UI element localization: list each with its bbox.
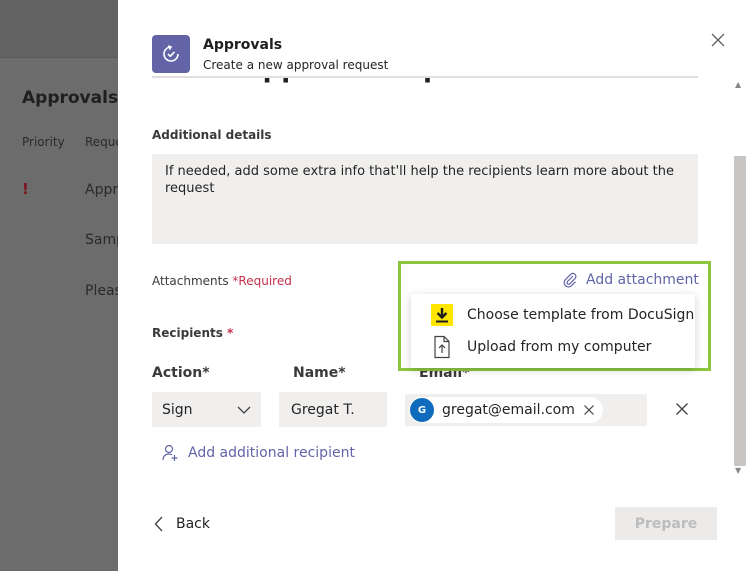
action-column-header: Action*: [152, 365, 210, 381]
scroll-down-arrow-icon[interactable]: ▼: [735, 466, 741, 475]
action-select[interactable]: Sign: [152, 392, 261, 427]
close-icon: [711, 33, 725, 47]
close-button[interactable]: [708, 30, 728, 50]
approvals-app-icon: [152, 35, 190, 73]
docusign-download-icon: [431, 304, 453, 326]
recipients-label-text: Recipients: [152, 326, 228, 340]
name-input[interactable]: Gregat T.: [279, 392, 387, 427]
email-input[interactable]: G gregat@email.com: [405, 394, 647, 426]
action-select-value: Sign: [162, 401, 193, 418]
avatar: G: [410, 398, 434, 422]
name-column-header: Name*: [293, 365, 346, 381]
priority-indicator-icon: !: [22, 180, 29, 198]
header-divider: [152, 76, 698, 78]
attachments-label-text: Attachments: [152, 274, 233, 288]
menu-item-docusign-label: Choose template from DocuSign: [467, 307, 695, 323]
prepare-button[interactable]: Prepare: [615, 507, 717, 540]
additional-details-label: Additional details: [152, 128, 272, 142]
email-chip: G gregat@email.com: [409, 397, 603, 423]
background-topbar: [0, 0, 118, 58]
remove-recipient-button[interactable]: [671, 398, 693, 420]
form-scrollbar[interactable]: ▲ ▼: [731, 76, 749, 481]
recipients-label: Recipients *: [152, 326, 233, 340]
app-subtitle: Create a new approval request: [203, 58, 389, 72]
add-recipient-label: Add additional recipient: [188, 445, 355, 461]
remove-chip-icon[interactable]: [583, 404, 595, 416]
approvals-refresh-icon: [163, 45, 179, 62]
menu-item-docusign[interactable]: Choose template from DocuSign: [411, 299, 695, 331]
attachment-menu: Choose template from DocuSign Upload fro…: [411, 294, 695, 368]
chevron-left-icon: [154, 516, 163, 532]
additional-details-input[interactable]: If needed, add some extra info that'll h…: [152, 154, 698, 244]
back-button[interactable]: Back: [154, 516, 210, 532]
close-icon: [676, 403, 688, 415]
attachments-required: *Required: [232, 274, 292, 288]
menu-item-upload-label: Upload from my computer: [467, 339, 652, 355]
add-person-icon: [162, 444, 178, 461]
chevron-down-icon: [237, 406, 251, 414]
add-recipient-button[interactable]: Add additional recipient: [162, 444, 355, 462]
scroll-thumb[interactable]: [734, 156, 746, 466]
scroll-up-arrow-icon[interactable]: ▲: [735, 80, 741, 89]
background-row: Please: [85, 283, 118, 299]
upload-file-icon: [434, 335, 450, 359]
background-row: Approval: [85, 182, 118, 198]
background-row: Sample: [85, 232, 118, 248]
background-title: Approvals: [22, 88, 119, 108]
back-label: Back: [176, 516, 210, 532]
app-name: Approvals: [203, 37, 283, 53]
attachments-label: Attachments *Required: [152, 274, 292, 288]
menu-item-upload[interactable]: Upload from my computer: [411, 331, 695, 363]
background-column-priority: Priority: [22, 135, 65, 149]
background-column-request: Request: [85, 135, 118, 149]
recipients-required: *: [227, 326, 234, 340]
email-chip-text: gregat@email.com: [442, 402, 575, 418]
